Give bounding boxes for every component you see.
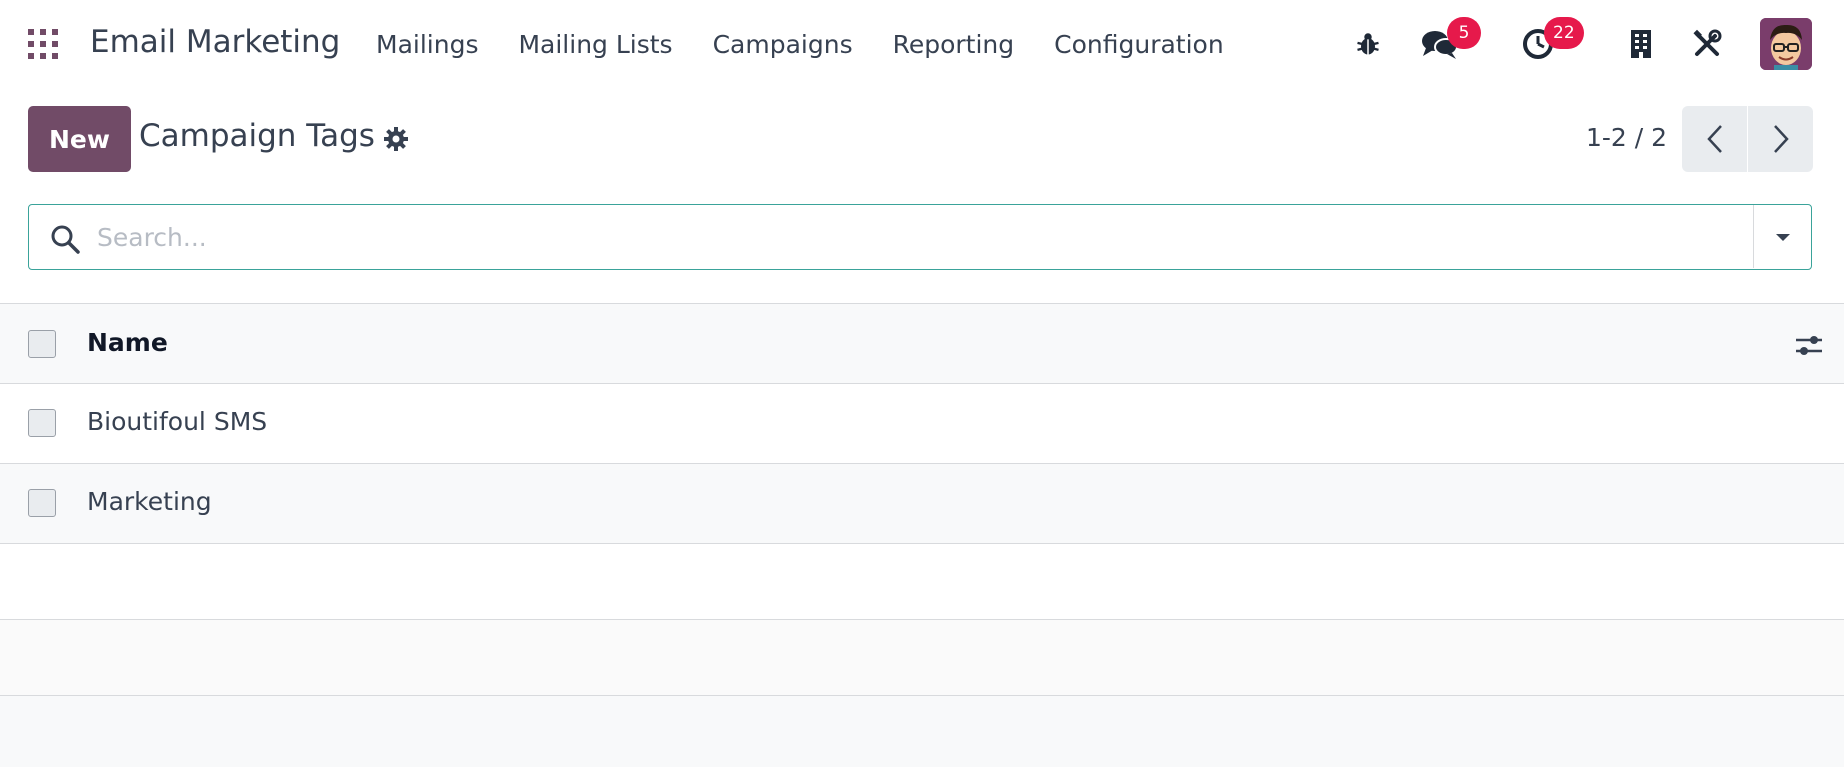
chevron-left-icon bbox=[1706, 125, 1722, 153]
debug-icon[interactable] bbox=[1350, 18, 1386, 70]
pager-next-button[interactable] bbox=[1748, 106, 1813, 172]
chevron-right-icon bbox=[1773, 125, 1789, 153]
caret-down-icon bbox=[1775, 233, 1790, 241]
activities-badge: 22 bbox=[1544, 17, 1584, 49]
search-input[interactable] bbox=[97, 215, 1757, 259]
apps-menu-icon[interactable] bbox=[28, 29, 58, 59]
messages-badge: 5 bbox=[1447, 17, 1481, 49]
row-name[interactable]: Marketing bbox=[87, 487, 212, 516]
menu-item-campaigns[interactable]: Campaigns bbox=[713, 30, 853, 59]
table-row[interactable]: Bioutifoul SMS bbox=[0, 384, 1844, 464]
new-button[interactable]: New bbox=[28, 106, 131, 172]
search-icon bbox=[49, 223, 81, 255]
menu-item-mailing-lists[interactable]: Mailing Lists bbox=[518, 30, 672, 59]
app-brand[interactable]: Email Marketing bbox=[90, 24, 340, 60]
page-title: Campaign Tags bbox=[139, 118, 375, 154]
column-header-name[interactable]: Name bbox=[87, 328, 168, 357]
search-options-toggle[interactable] bbox=[1753, 205, 1811, 268]
menu-item-configuration[interactable]: Configuration bbox=[1054, 30, 1224, 59]
tools-icon[interactable] bbox=[1690, 18, 1724, 70]
main-menu: Mailings Mailing Lists Campaigns Reporti… bbox=[376, 30, 1264, 59]
search-bar bbox=[28, 204, 1812, 270]
top-navbar: Email Marketing Mailings Mailing Lists C… bbox=[0, 0, 1844, 88]
empty-row bbox=[0, 620, 1844, 696]
optional-columns-icon[interactable] bbox=[1794, 330, 1824, 360]
pager-previous-button[interactable] bbox=[1682, 106, 1747, 172]
pager-value[interactable]: 1-2 / 2 bbox=[1586, 123, 1667, 152]
empty-row bbox=[0, 696, 1844, 767]
row-name[interactable]: Bioutifoul SMS bbox=[87, 407, 267, 436]
table-row[interactable]: Marketing bbox=[0, 464, 1844, 544]
empty-row bbox=[0, 544, 1844, 620]
gear-icon[interactable] bbox=[383, 126, 409, 152]
row-checkbox[interactable] bbox=[28, 489, 56, 517]
row-checkbox[interactable] bbox=[28, 409, 56, 437]
select-all-checkbox[interactable] bbox=[28, 330, 56, 358]
user-avatar[interactable] bbox=[1760, 18, 1812, 70]
menu-item-reporting[interactable]: Reporting bbox=[893, 30, 1015, 59]
menu-item-mailings[interactable]: Mailings bbox=[376, 30, 478, 59]
company-switcher-icon[interactable] bbox=[1626, 18, 1656, 70]
list-header: Name bbox=[0, 303, 1844, 384]
